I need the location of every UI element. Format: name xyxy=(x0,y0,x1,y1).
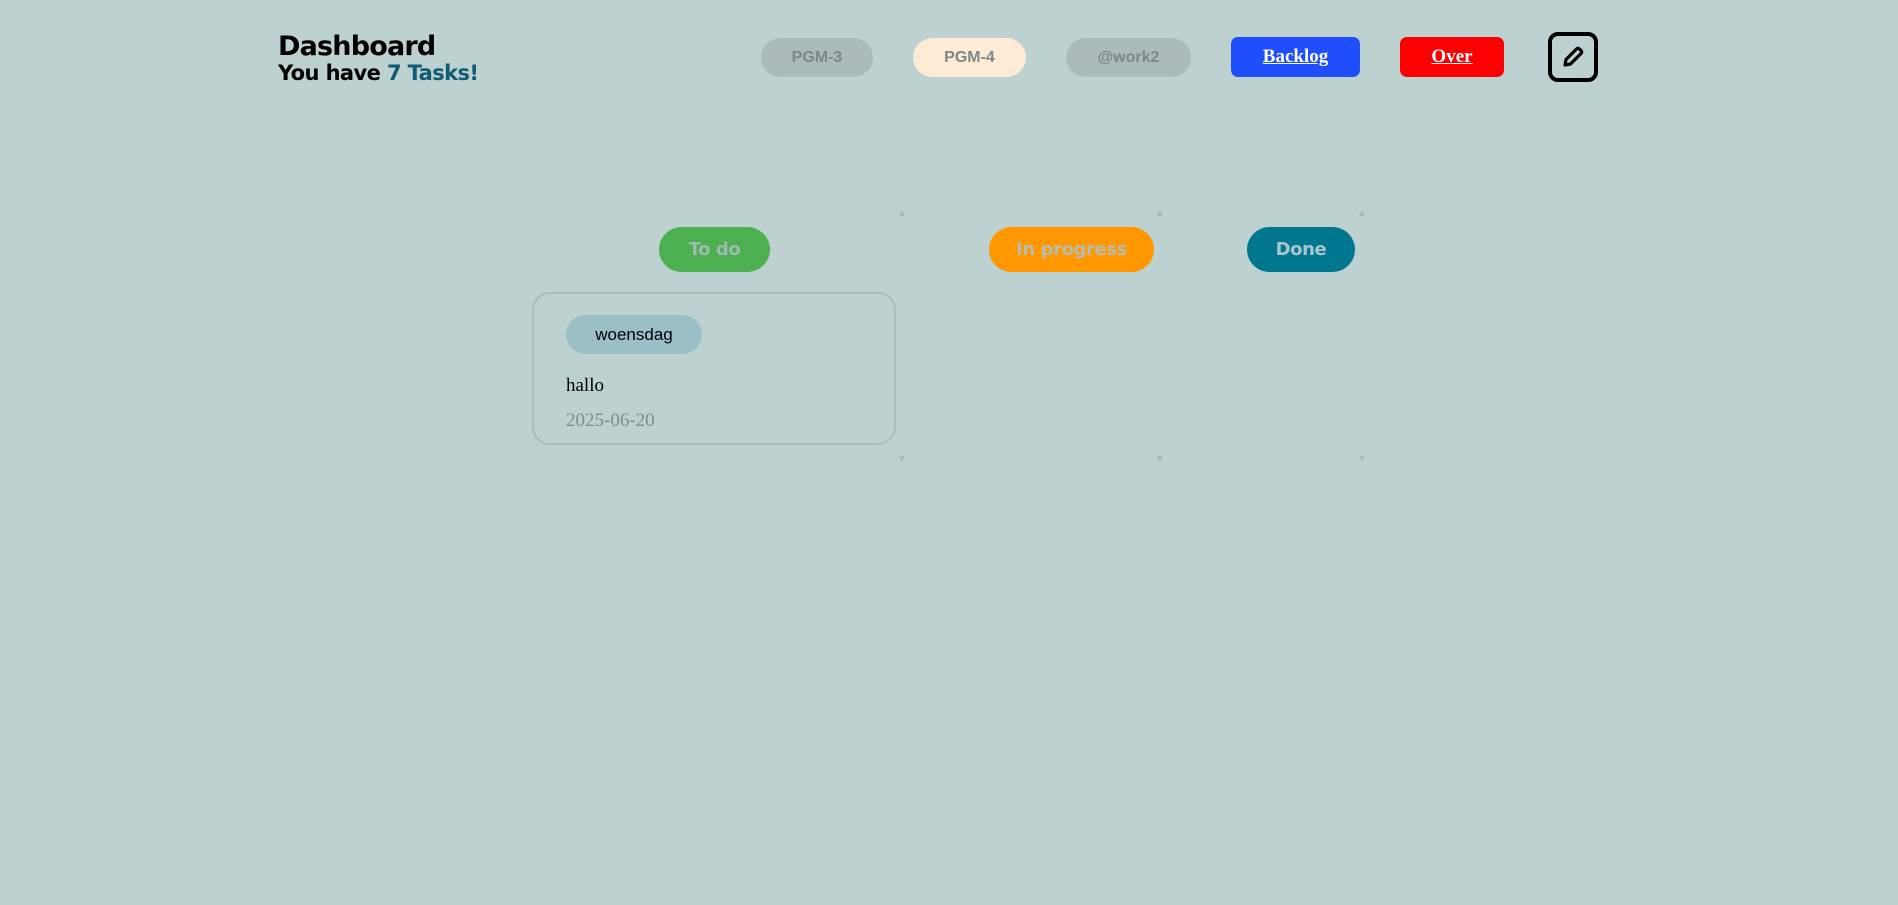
column-header-todo: To do xyxy=(659,227,770,272)
scroll-down-arrow-icon[interactable]: ▼ xyxy=(1357,455,1367,465)
filter-work2[interactable]: @work2 xyxy=(1066,38,1191,77)
scroll-down-arrow-icon[interactable]: ▼ xyxy=(1155,455,1165,465)
scroll-up-arrow-icon[interactable]: ▲ xyxy=(897,209,907,219)
task-count-line: You have 7 Tasks! xyxy=(278,61,479,85)
pencil-icon xyxy=(1563,46,1584,67)
scroll-up-arrow-icon[interactable]: ▲ xyxy=(1357,209,1367,219)
brand: Dashboard You have 7 Tasks! xyxy=(278,31,479,86)
task-count-prefix: You have xyxy=(278,61,387,85)
task-date: 2025-06-20 xyxy=(566,410,655,431)
task-card[interactable]: woensdag hallo 2025-06-20 xyxy=(532,292,896,445)
edit-button[interactable] xyxy=(1548,32,1598,82)
task-tag: woensdag xyxy=(566,315,702,354)
column-header-done: Done xyxy=(1247,227,1355,272)
backlog-link[interactable]: Backlog xyxy=(1231,37,1360,77)
scroll-up-arrow-icon[interactable]: ▲ xyxy=(1155,209,1165,219)
task-text: hallo xyxy=(566,375,604,396)
column-header-in-progress: In progress xyxy=(989,227,1154,272)
page-title: Dashboard xyxy=(278,31,436,62)
over-link[interactable]: Over xyxy=(1400,37,1504,77)
scroll-down-arrow-icon[interactable]: ▼ xyxy=(897,455,907,465)
filter-pgm-4[interactable]: PGM-4 xyxy=(913,38,1026,77)
task-count: 7 Tasks! xyxy=(386,61,479,85)
filter-pgm-3[interactable]: PGM-3 xyxy=(761,38,873,77)
